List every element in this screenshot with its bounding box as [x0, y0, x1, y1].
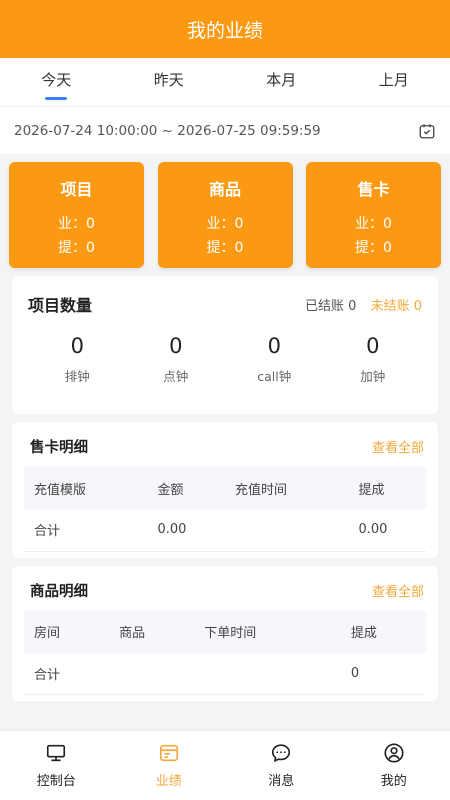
table-cell: 0 — [340, 652, 426, 695]
count-item: 0 加钟 — [324, 334, 423, 385]
table-row: 合计 0 — [24, 652, 426, 695]
count-label: call钟 — [257, 369, 292, 384]
monitor-icon — [47, 744, 66, 762]
nav-item-mine[interactable]: 我的 — [338, 731, 450, 800]
column-header: 提成 — [340, 610, 426, 653]
column-header: 提成 — [348, 467, 426, 509]
column-header: 充值模版 — [24, 467, 148, 509]
tab-today[interactable]: 今天 — [0, 58, 113, 106]
count-item: 0 排钟 — [28, 334, 127, 385]
calendar-icon[interactable] — [418, 122, 436, 140]
nav-label: 业绩 — [155, 774, 182, 789]
view-all-link[interactable]: 查看全部 — [372, 581, 424, 600]
card-sales-card[interactable]: 售卡 业：0 提：0 — [306, 162, 441, 268]
table-cell — [194, 652, 341, 695]
count-value: 0 — [366, 334, 380, 358]
project-count-panel: 项目数量 已结账 0 未结账 0 0 排钟 0 点钟 0 call钟 0 加钟 — [12, 276, 438, 414]
column-header: 充值时间 — [224, 467, 349, 509]
table-cell: 合计 — [24, 509, 148, 552]
section-title: 商品明细 — [30, 583, 88, 600]
count-label: 点钟 — [163, 369, 189, 384]
card-revenue: 业：0 — [206, 216, 244, 232]
card-commission: 提：0 — [355, 240, 392, 256]
column-header: 金额 — [147, 467, 225, 509]
settled-count[interactable]: 已结账 0 — [305, 299, 356, 314]
project-card[interactable]: 项目 业：0 提：0 — [9, 162, 144, 268]
card-sales-table: 充值模版 金额 充值时间 提成 合计 0.00 0.00 — [24, 467, 426, 552]
count-item: 0 点钟 — [127, 334, 226, 385]
table-cell — [224, 509, 349, 552]
card-commission: 提：0 — [58, 240, 95, 256]
count-value: 0 — [267, 334, 281, 358]
chat-icon — [272, 744, 291, 763]
card-title: 商品 — [208, 180, 241, 199]
card-revenue: 业：0 — [355, 216, 392, 232]
table-cell: 0.00 — [348, 509, 426, 552]
tab-yesterday[interactable]: 昨天 — [113, 58, 226, 106]
section-title: 项目数量 — [28, 296, 93, 315]
date-range-bar: 2026-07-24 10:00:00 ~ 2026-07-25 09:59:5… — [0, 106, 450, 154]
date-range-text: 2026-07-24 10:00:00 ~ 2026-07-25 09:59:5… — [14, 122, 321, 139]
period-tabs: 今天 昨天 本月 上月 — [0, 58, 450, 106]
table-header-row: 房间 商品 下单时间 提成 — [24, 610, 426, 653]
table-row: 合计 0.00 0.00 — [24, 509, 426, 552]
performance-icon — [159, 744, 178, 762]
goods-card[interactable]: 商品 业：0 提：0 — [157, 162, 293, 268]
goods-detail-panel: 商品明细 查看全部 房间 商品 下单时间 提成 合计 0 — [12, 565, 438, 701]
nav-item-console[interactable]: 控制台 — [0, 731, 113, 800]
nav-label: 控制台 — [36, 774, 76, 789]
count-value: 0 — [70, 334, 84, 358]
nav-item-performance[interactable]: 业绩 — [113, 731, 226, 800]
nav-item-messages[interactable]: 消息 — [225, 731, 338, 800]
card-title: 售卡 — [357, 180, 390, 199]
count-item: 0 call钟 — [225, 334, 324, 385]
user-icon — [384, 743, 404, 763]
header-bar: 我的业绩 — [0, 0, 450, 58]
card-revenue: 业：0 — [58, 216, 95, 232]
table-cell — [109, 652, 195, 695]
table-cell: 0.00 — [147, 509, 225, 552]
column-header: 房间 — [24, 610, 110, 653]
table-header-row: 充值模版 金额 充值时间 提成 — [24, 467, 426, 509]
card-title: 项目 — [60, 180, 93, 199]
card-sales-detail-panel: 售卡明细 查看全部 充值模版 金额 充值时间 提成 合计 0.00 0.00 — [12, 422, 438, 558]
nav-label: 我的 — [380, 774, 407, 789]
tab-last-month[interactable]: 上月 — [338, 58, 450, 106]
tab-this-month[interactable]: 本月 — [225, 58, 338, 106]
section-title: 售卡明细 — [30, 440, 88, 456]
bottom-nav: 控制台 业绩 消息 我的 — [0, 730, 450, 800]
column-header: 下单时间 — [194, 610, 341, 653]
page-title: 我的业绩 — [186, 19, 263, 42]
view-all-link[interactable]: 查看全部 — [372, 437, 424, 456]
unsettled-count[interactable]: 未结账 0 — [371, 299, 422, 314]
count-label: 加钟 — [360, 369, 386, 384]
table-cell: 合计 — [24, 652, 110, 695]
summary-cards: 项目 业：0 提：0 商品 业：0 提：0 售卡 业：0 提：0 — [0, 154, 450, 268]
column-header: 商品 — [109, 610, 195, 653]
nav-label: 消息 — [268, 774, 295, 789]
goods-table: 房间 商品 下单时间 提成 合计 0 — [24, 610, 426, 695]
count-label: 排钟 — [64, 369, 90, 384]
count-value: 0 — [169, 334, 183, 358]
card-commission: 提：0 — [206, 240, 244, 256]
